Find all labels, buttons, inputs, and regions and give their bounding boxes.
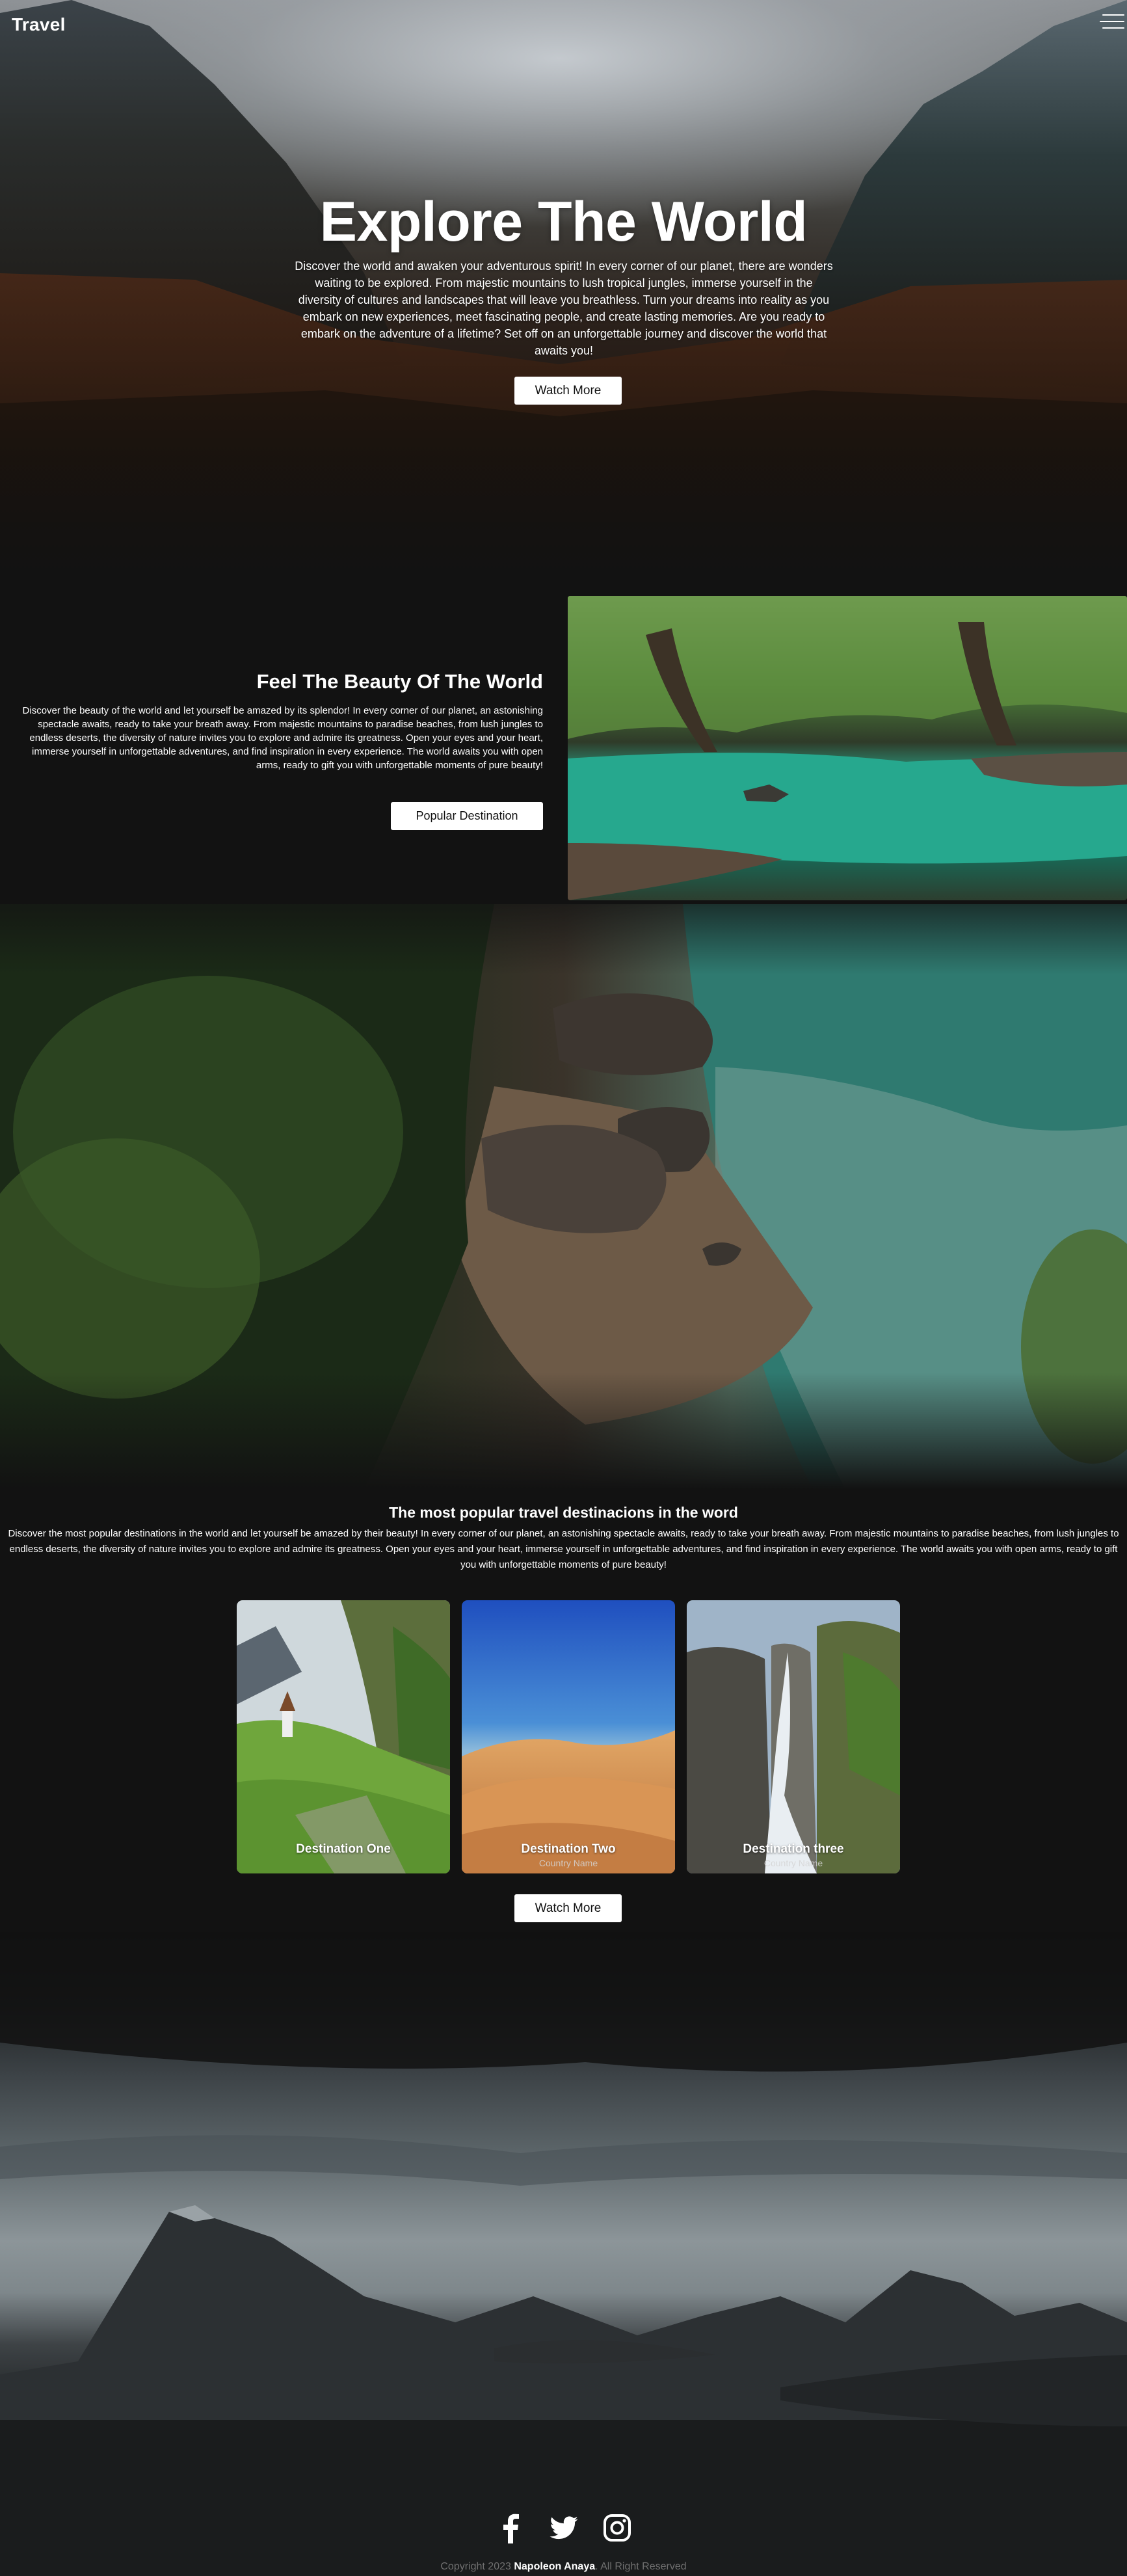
- social-links: [0, 2512, 1127, 2543]
- destination-card[interactable]: Destination three Country Name: [687, 1600, 900, 1873]
- destination-two-image: [462, 1600, 675, 1873]
- copyright-prefix: Copyright 2023: [440, 2561, 511, 2572]
- feature-section: Feel The Beauty Of The World Discover th…: [0, 585, 1127, 904]
- hero-section: Travel Explore The World Discover the wo…: [0, 0, 1127, 585]
- brand-logo[interactable]: Travel: [12, 14, 66, 35]
- card-title: Destination three: [743, 1842, 844, 1856]
- destination-one-image: [237, 1600, 450, 1873]
- card-subtitle: Country Name: [763, 1858, 823, 1868]
- popular-description: Discover the most popular destinations i…: [8, 1528, 1119, 1570]
- hamburger-icon[interactable]: [1098, 12, 1124, 31]
- card-title: Destination Two: [521, 1842, 616, 1856]
- popular-destination-button[interactable]: Popular Destination: [391, 802, 543, 830]
- destination-card[interactable]: Destination Two Country Name: [462, 1600, 675, 1873]
- feature-title: Feel The Beauty Of The World: [256, 670, 543, 693]
- river-forest-image: [568, 596, 1127, 900]
- destination-three-image: [687, 1600, 900, 1873]
- coast-section: [0, 904, 1127, 1490]
- author-name[interactable]: Napoleon Anaya: [514, 2561, 595, 2572]
- menu-line: [1100, 21, 1124, 22]
- hero-description: Discover the world and awaken your adven…: [295, 260, 833, 357]
- hero-watch-more-button[interactable]: Watch More: [514, 377, 622, 405]
- coast-background-image: [0, 904, 1127, 1490]
- menu-line: [1102, 27, 1124, 29]
- mountains-section: [0, 1932, 1127, 2576]
- card-title: Destination One: [296, 1842, 391, 1856]
- menu-line: [1102, 14, 1124, 16]
- instagram-icon[interactable]: [602, 2512, 633, 2543]
- popular-watch-more-button[interactable]: Watch More: [514, 1894, 622, 1922]
- destination-card[interactable]: Destination One: [237, 1600, 450, 1873]
- card-subtitle: Country Name: [538, 1858, 598, 1868]
- feature-description: Discover the beauty of the world and let…: [22, 705, 543, 771]
- copyright-footer: Copyright 2023 Napoleon Anaya. All Right…: [440, 2561, 687, 2572]
- twitter-icon[interactable]: [548, 2512, 579, 2543]
- popular-destinations-section: The most popular travel destinacions in …: [0, 1490, 1127, 1932]
- facebook-icon[interactable]: [495, 2512, 526, 2543]
- mountains-background-image: [0, 1932, 1127, 2576]
- copyright-suffix: All Right Reserved: [600, 2561, 687, 2572]
- page: Travel Explore The World Discover the wo…: [0, 0, 1127, 2576]
- hero-title: Explore The World: [319, 191, 808, 253]
- popular-title: The most popular travel destinacions in …: [389, 1504, 738, 1521]
